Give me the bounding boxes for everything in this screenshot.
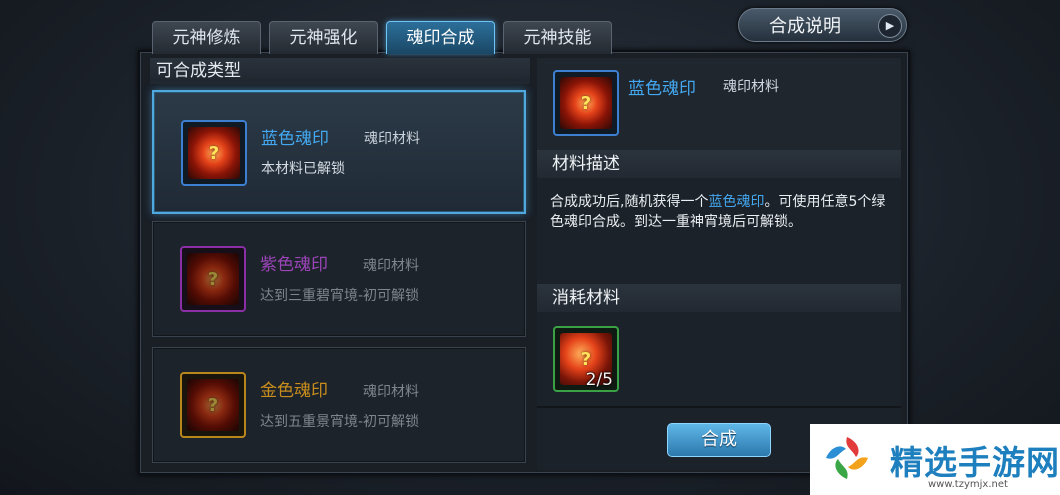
tab-seal-synthesis[interactable]: 魂印合成: [386, 21, 495, 54]
material-status: 达到五重景宵境-初可解锁: [260, 414, 420, 430]
material-card-blue[interactable]: ? 蓝色魂印 魂印材料 本材料已解锁: [152, 90, 526, 214]
brand-logo-icon: [826, 437, 868, 479]
soul-seal-icon: ?: [187, 379, 239, 431]
material-tag: 魂印材料: [364, 131, 420, 147]
item-slot: ?: [181, 120, 247, 186]
tab-skills[interactable]: 元神技能: [503, 21, 612, 54]
help-button-label: 合成说明: [769, 16, 841, 37]
tab-bar: 元神修炼 元神强化 魂印合成 元神技能: [152, 21, 612, 54]
watermark: 精选手游网 www.tzymjx.net: [810, 424, 1060, 495]
item-slot: ?: [180, 372, 246, 438]
desc-highlight: 蓝色魂印: [708, 194, 765, 210]
material-name: 蓝色魂印: [261, 129, 329, 149]
soul-seal-icon: ?: [188, 127, 240, 179]
material-count: 2/5: [585, 370, 613, 390]
material-tag: 魂印材料: [363, 384, 419, 400]
material-name: 金色魂印: [260, 381, 328, 401]
tab-cultivation[interactable]: 元神修炼: [152, 21, 261, 54]
soul-seal-icon: ?: [560, 77, 612, 129]
material-tag: 魂印材料: [363, 258, 419, 274]
play-triangle-icon: ▶: [878, 14, 902, 38]
watermark-url: www.tzymjx.net: [928, 479, 1008, 490]
divider: [537, 406, 901, 408]
detail-item-name: 蓝色魂印: [628, 79, 696, 99]
desc-prefix: 合成成功后,随机获得一个: [550, 194, 709, 210]
watermark-brand: 精选手游网: [890, 443, 1060, 482]
cost-header: 消耗材料: [537, 284, 901, 312]
material-card-gold[interactable]: ? 金色魂印 魂印材料 达到五重景宵境-初可解锁: [152, 347, 526, 463]
tab-enhance[interactable]: 元神强化: [269, 21, 378, 54]
material-name: 紫色魂印: [260, 255, 328, 275]
detail-item-tag: 魂印材料: [723, 79, 779, 95]
detail-header: ? 蓝色魂印 魂印材料: [537, 58, 901, 150]
soul-seal-icon: ?: [187, 253, 239, 305]
combine-button[interactable]: 合成: [667, 423, 771, 457]
material-status: 达到三重碧宵境-初可解锁: [260, 288, 420, 304]
detail-item-slot: ?: [553, 70, 619, 136]
material-status: 本材料已解锁: [261, 161, 345, 177]
description-text: 合成成功后,随机获得一个蓝色魂印。可使用任意5个绿色魂印合成。到达一重神宵境后可…: [550, 192, 895, 232]
detail-panel: ? 蓝色魂印 魂印材料 材料描述 合成成功后,随机获得一个蓝色魂印。可使用任意5…: [537, 58, 901, 470]
item-slot: ?: [180, 246, 246, 312]
left-panel-title: 可合成类型: [150, 58, 530, 84]
synthesis-help-button[interactable]: 合成说明 ▶: [738, 8, 907, 42]
description-header: 材料描述: [537, 150, 901, 178]
cost-material-slot[interactable]: ? 2/5: [553, 326, 619, 392]
material-card-purple[interactable]: ? 紫色魂印 魂印材料 达到三重碧宵境-初可解锁: [152, 221, 526, 337]
